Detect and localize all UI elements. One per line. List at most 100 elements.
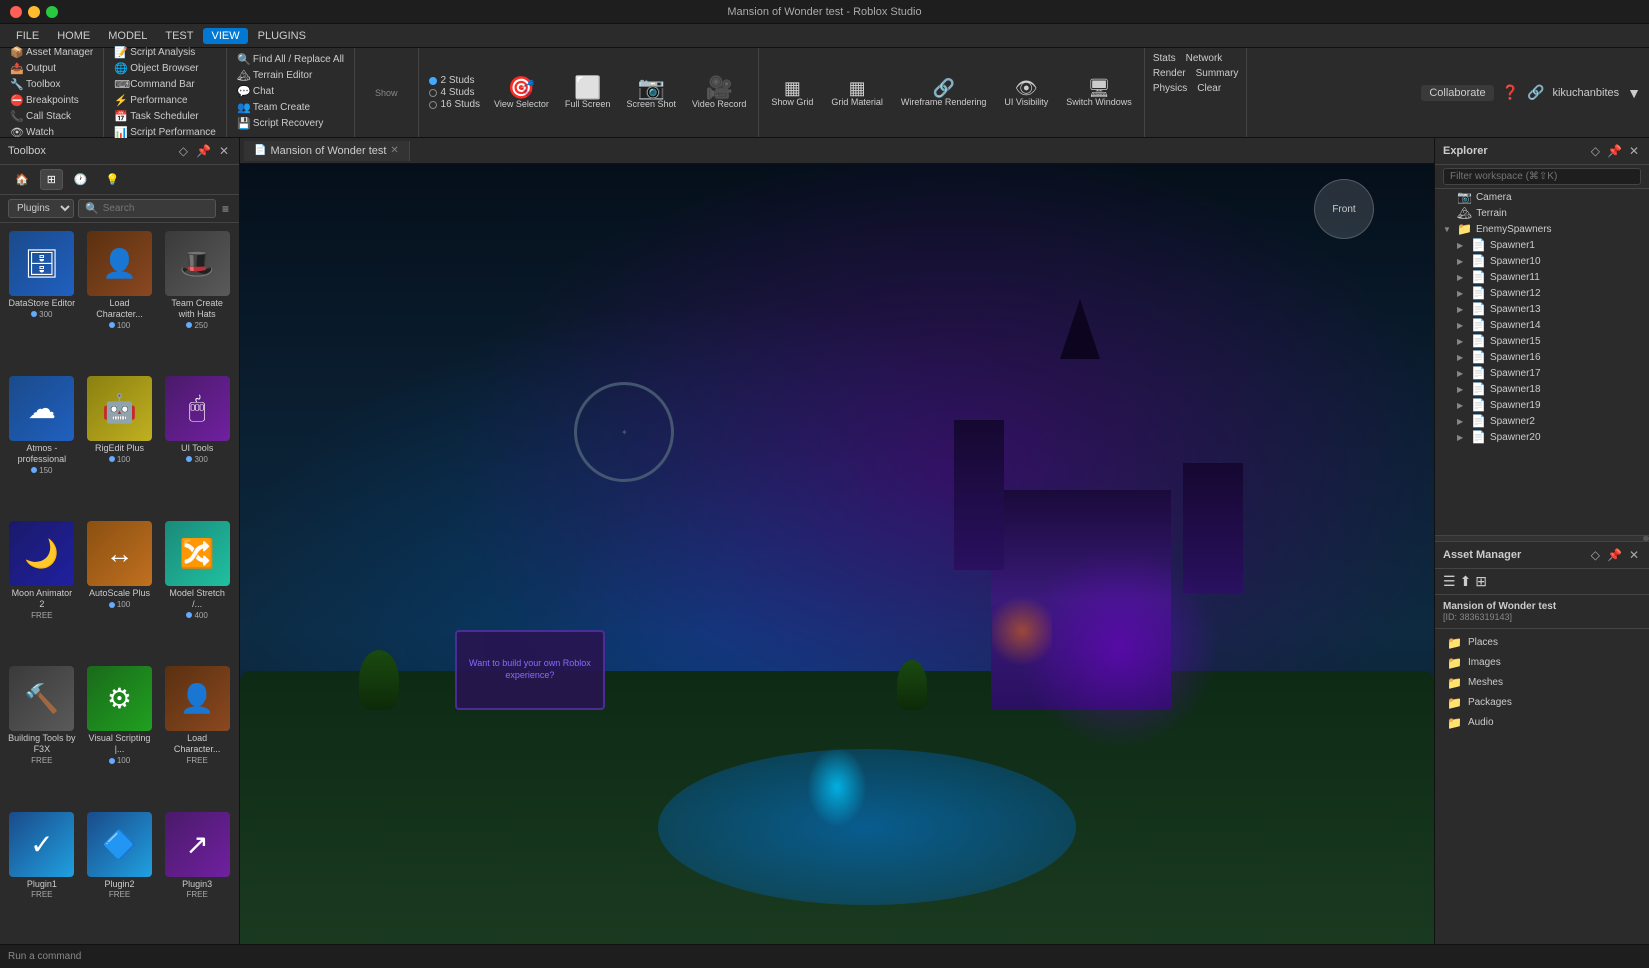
switch-windows-btn[interactable]: 🖥 Switch Windows	[1058, 68, 1140, 118]
plugin-item-12[interactable]: ✓ Plugin1 FREE	[4, 808, 80, 940]
toolbox-category-select[interactable]: Plugins Models Decals Audio Meshes	[8, 199, 74, 218]
plugin-item-5[interactable]: 🖱 UI Tools 300	[159, 372, 235, 515]
close-button[interactable]	[10, 6, 22, 18]
asset-folder-0[interactable]: 📁 Places	[1435, 633, 1649, 653]
tree-item-10[interactable]: ▶ 📄 Spawner16	[1435, 349, 1649, 365]
plugin-item-6[interactable]: 🌙 Moon Animator 2 FREE	[4, 517, 80, 660]
toolbox-close-btn[interactable]: ✕	[217, 142, 231, 160]
plugin-item-11[interactable]: 👤 Load Character... FREE	[159, 662, 235, 805]
menu-model[interactable]: MODEL	[100, 28, 155, 44]
tree-item-11[interactable]: ▶ 📄 Spawner17	[1435, 365, 1649, 381]
explorer-search-input[interactable]	[1443, 168, 1641, 185]
maximize-button[interactable]	[46, 6, 58, 18]
object-browser-btn[interactable]: 🌐 Object Browser	[110, 61, 220, 76]
asset-manager-btn[interactable]: 📦 Asset Manager	[6, 45, 97, 60]
script-recovery-btn[interactable]: 💾 Script Recovery	[233, 116, 348, 131]
asset-manager-menu-icon[interactable]: ☰	[1443, 573, 1456, 590]
tree-item-9[interactable]: ▶ 📄 Spawner15	[1435, 333, 1649, 349]
tree-expand-5[interactable]: ▶	[1457, 273, 1467, 282]
tree-item-6[interactable]: ▶ 📄 Spawner12	[1435, 285, 1649, 301]
toolbox-tab-ideas[interactable]: 💡	[99, 169, 127, 190]
tree-item-5[interactable]: ▶ 📄 Spawner11	[1435, 269, 1649, 285]
plugin-item-10[interactable]: ⚙ Visual Scripting |... 100	[82, 662, 158, 805]
toolbox-pin-btn[interactable]: 📌	[194, 142, 213, 160]
help-btn[interactable]: ❓	[1502, 84, 1519, 101]
view-selector-btn[interactable]: 🎯 View Selector	[486, 68, 557, 118]
viewport-scene[interactable]: ✦ Want to build your own Roblox experien…	[240, 164, 1434, 944]
stud-16-radio[interactable]	[429, 101, 437, 109]
plugin-item-1[interactable]: 👤 Load Character... 100	[82, 227, 158, 370]
tree-expand-7[interactable]: ▶	[1457, 305, 1467, 314]
chat-btn[interactable]: 💬 Chat	[233, 84, 348, 99]
callstack-btn[interactable]: 📞 Call Stack	[6, 109, 97, 124]
plugin-item-3[interactable]: ☁ Atmos - professional 150	[4, 372, 80, 515]
menu-test[interactable]: TEST	[157, 28, 201, 44]
tree-item-3[interactable]: ▶ 📄 Spawner1	[1435, 237, 1649, 253]
asset-manager-pin-btn[interactable]: 📌	[1605, 546, 1624, 564]
asset-folder-1[interactable]: 📁 Images	[1435, 653, 1649, 673]
plugin-item-2[interactable]: 🎩 Team Create with Hats 250	[159, 227, 235, 370]
clear-btn[interactable]: Clear	[1193, 82, 1225, 95]
toolbox-filter-btn[interactable]: ≡	[220, 200, 231, 218]
tree-expand-11[interactable]: ▶	[1457, 369, 1467, 378]
tree-item-8[interactable]: ▶ 📄 Spawner14	[1435, 317, 1649, 333]
tree-item-1[interactable]: 🏔 Terrain	[1435, 205, 1649, 221]
asset-folder-3[interactable]: 📁 Packages	[1435, 693, 1649, 713]
stud-4[interactable]: 4 Studs	[429, 87, 480, 98]
explorer-close-btn[interactable]: ✕	[1627, 142, 1641, 160]
show-grid-btn[interactable]: ▦ Show Grid	[763, 68, 821, 118]
physics-tab-btn[interactable]: Physics	[1149, 82, 1191, 95]
asset-folder-4[interactable]: 📁 Audio	[1435, 713, 1649, 733]
screenshot-btn[interactable]: 📷 Screen Shot	[618, 68, 684, 118]
full-screen-btn[interactable]: ⬜ Full Screen	[557, 68, 619, 118]
collaborate-btn[interactable]: Collaborate	[1421, 85, 1493, 101]
plugin-item-8[interactable]: 🔀 Model Stretch /... 400	[159, 517, 235, 660]
share-btn[interactable]: 🔗	[1527, 84, 1544, 101]
summary-tab-btn[interactable]: Summary	[1192, 67, 1243, 80]
task-scheduler-btn[interactable]: 📅 Task Scheduler	[110, 109, 220, 124]
toolbox-tab-grid[interactable]: ⊞	[40, 169, 63, 190]
tree-item-14[interactable]: ▶ 📄 Spawner2	[1435, 413, 1649, 429]
toolbox-tab-recent[interactable]: 🕐	[67, 169, 95, 190]
video-record-btn[interactable]: 🎥 Video Record	[684, 68, 754, 118]
tree-expand-6[interactable]: ▶	[1457, 289, 1467, 298]
asset-manager-float-btn[interactable]: ◇	[1589, 546, 1602, 564]
tree-item-0[interactable]: 📷 Camera	[1435, 189, 1649, 205]
plugin-item-7[interactable]: ↔ AutoScale Plus 100	[82, 517, 158, 660]
tree-item-7[interactable]: ▶ 📄 Spawner13	[1435, 301, 1649, 317]
find-replace-btn[interactable]: 🔍 Find All / Replace All	[233, 52, 348, 67]
tree-expand-8[interactable]: ▶	[1457, 321, 1467, 330]
viewport-tab-close[interactable]: ✕	[390, 145, 398, 156]
asset-manager-upload-icon[interactable]: ⬆	[1460, 573, 1472, 590]
asset-manager-close-btn[interactable]: ✕	[1627, 546, 1641, 564]
render-tab-btn[interactable]: Render	[1149, 67, 1190, 80]
tree-expand-12[interactable]: ▶	[1457, 385, 1467, 394]
toolbox-btn[interactable]: 🔧 Toolbox	[6, 77, 97, 92]
plugin-item-0[interactable]: 🗄 DataStore Editor 300	[4, 227, 80, 370]
stats-tab-btn[interactable]: Stats	[1149, 52, 1180, 65]
plugin-item-14[interactable]: ↗ Plugin3 FREE	[159, 808, 235, 940]
wireframe-btn[interactable]: 🔗 Wireframe Rendering	[893, 68, 995, 118]
asset-folder-2[interactable]: 📁 Meshes	[1435, 673, 1649, 693]
performance-btn[interactable]: ⚡ Performance	[110, 93, 220, 108]
stud-2[interactable]: 2 Studs	[429, 75, 480, 86]
tree-expand-9[interactable]: ▶	[1457, 337, 1467, 346]
tree-expand-13[interactable]: ▶	[1457, 401, 1467, 410]
toolbox-search-input[interactable]	[103, 203, 209, 214]
menu-file[interactable]: FILE	[8, 28, 47, 44]
stud-4-radio[interactable]	[429, 89, 437, 97]
tree-item-15[interactable]: ▶ 📄 Spawner20	[1435, 429, 1649, 445]
tree-item-4[interactable]: ▶ 📄 Spawner10	[1435, 253, 1649, 269]
stud-16[interactable]: 16 Studs	[429, 99, 480, 110]
tree-expand-2[interactable]: ▼	[1443, 225, 1453, 234]
plugin-item-9[interactable]: 🔨 Building Tools by F3X FREE	[4, 662, 80, 805]
plugin-item-4[interactable]: 🤖 RigEdit Plus 100	[82, 372, 158, 515]
tree-expand-3[interactable]: ▶	[1457, 241, 1467, 250]
tree-item-12[interactable]: ▶ 📄 Spawner18	[1435, 381, 1649, 397]
explorer-float-btn[interactable]: ◇	[1589, 142, 1602, 160]
team-create-btn[interactable]: 👥 Team Create	[233, 100, 348, 115]
toolbox-tab-home[interactable]: 🏠	[8, 169, 36, 190]
tree-item-2[interactable]: ▼ 📁 EnemySpawners	[1435, 221, 1649, 237]
tree-expand-10[interactable]: ▶	[1457, 353, 1467, 362]
user-menu-btn[interactable]: ▼	[1627, 85, 1641, 101]
